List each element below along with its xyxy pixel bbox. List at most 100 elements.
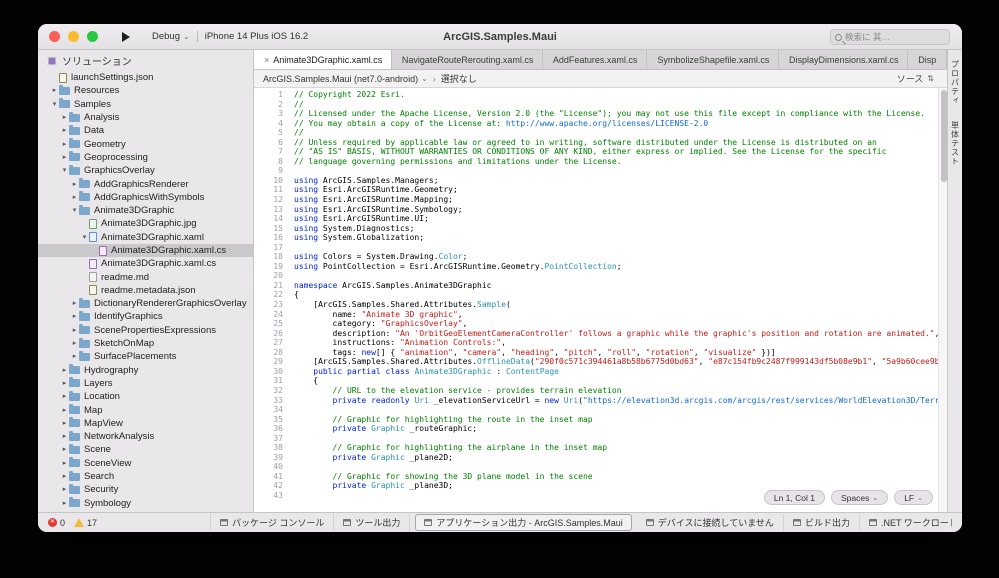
- panel-label: ツール出力: [355, 518, 401, 528]
- minimize-window-button[interactable]: [68, 31, 79, 42]
- chevron-right-icon[interactable]: ▸: [70, 191, 79, 204]
- editor-tab[interactable]: × Animate3DGraphic.xaml.cs: [254, 50, 392, 69]
- chevron-right-icon[interactable]: ▸: [60, 404, 69, 417]
- chevron-right-icon[interactable]: ▸: [70, 337, 79, 350]
- tree-item[interactable]: ▸ DictionaryRendererGraphicsOverlay: [38, 297, 253, 310]
- code-text: namespace ArcGIS.Samples.Animate3DGraphi…: [294, 280, 492, 290]
- search-box[interactable]: [830, 29, 950, 45]
- tree-item[interactable]: ▸ Geometry: [38, 137, 253, 150]
- tree-item[interactable]: readme.metadata.json: [38, 284, 253, 297]
- chevron-right-icon[interactable]: ▸: [60, 111, 69, 124]
- tree-item[interactable]: ▸ Scene: [38, 443, 253, 456]
- tree-item[interactable]: ▸ AddGraphicsRenderer: [38, 177, 253, 190]
- code-text: // Graphic for showing the 3D plane mode…: [294, 471, 593, 481]
- tree-item[interactable]: ▸ Map: [38, 403, 253, 416]
- tree-item[interactable]: Animate3DGraphic.xaml.cs: [38, 243, 253, 258]
- editor-scrollbar[interactable]: [938, 88, 947, 512]
- breadcrumb-project-selector[interactable]: ArcGIS.Samples.Maui (net7.0-android): [263, 74, 428, 84]
- tree-item[interactable]: ▸ AddGraphicsWithSymbols: [38, 191, 253, 204]
- tree-item[interactable]: ▸ ScenePropertiesExpressions: [38, 324, 253, 337]
- chevron-down-icon[interactable]: ▾: [60, 164, 69, 177]
- tree-item[interactable]: ▸ Resources: [38, 84, 253, 97]
- chevron-down-icon[interactable]: ▾: [80, 231, 89, 244]
- tree-item[interactable]: ▸ Search: [38, 470, 253, 483]
- close-window-button[interactable]: [49, 31, 60, 42]
- indentation-selector-chip[interactable]: Spaces: [830, 490, 889, 505]
- unit-tests-pad-tab[interactable]: 単体テスト: [950, 121, 961, 166]
- tree-item[interactable]: ▸ Layers: [38, 377, 253, 390]
- close-tab-icon[interactable]: ×: [264, 55, 269, 65]
- chevron-right-icon[interactable]: ▸: [60, 443, 69, 456]
- tree-item[interactable]: ▸ IdentifyGraphics: [38, 310, 253, 323]
- fullscreen-window-button[interactable]: [87, 31, 98, 42]
- build-config-dropdown[interactable]: Debug: [145, 31, 197, 42]
- tree-item[interactable]: ▾ GraphicsOverlay: [38, 164, 253, 177]
- line-ending-selector-chip[interactable]: LF: [894, 490, 933, 505]
- tree-item[interactable]: ▸ Location: [38, 390, 253, 403]
- breadcrumb-selection[interactable]: 選択なし: [441, 72, 477, 85]
- properties-pad-tab[interactable]: プロパティ: [950, 60, 961, 105]
- chevron-right-icon[interactable]: ▸: [60, 417, 69, 430]
- editor-tab[interactable]: AddFeatures.xaml.cs: [543, 50, 648, 69]
- tree-item[interactable]: ▸ Data: [38, 124, 253, 137]
- code-editor[interactable]: 1 // Copyright 2022 Esri. 2 // 3 // Licensed …: [254, 88, 947, 512]
- chevron-right-icon[interactable]: ▸: [60, 497, 69, 510]
- run-button[interactable]: [122, 31, 130, 42]
- tree-item[interactable]: readme.md: [38, 270, 253, 283]
- chevron-right-icon[interactable]: ▸: [60, 364, 69, 377]
- source-view-toggle[interactable]: ソース ⇅: [897, 72, 938, 85]
- chevron-right-icon[interactable]: ▸: [60, 377, 69, 390]
- chevron-down-icon[interactable]: ▾: [70, 204, 79, 217]
- editor-tab[interactable]: DisplayDimensions.xaml.cs: [779, 50, 909, 69]
- tree-item[interactable]: ▸ Hydrography: [38, 364, 253, 377]
- bottom-panel-button[interactable]: アプリケーション出力 - ArcGIS.Samples.Maui: [415, 514, 632, 531]
- tree-item[interactable]: Animate3DGraphic.xaml.cs: [38, 257, 253, 270]
- chevron-right-icon[interactable]: ▸: [60, 151, 69, 164]
- chevron-right-icon[interactable]: ▸: [60, 124, 69, 137]
- tree-item[interactable]: ▸ Symbology: [38, 497, 253, 510]
- bottom-panel-button[interactable]: パッケージ コンソール: [210, 514, 335, 531]
- tree-item[interactable]: ▸ Analysis: [38, 111, 253, 124]
- device-dropdown[interactable]: iPhone 14 Plus iOS 16.2: [198, 31, 316, 42]
- chevron-right-icon[interactable]: ▸: [70, 324, 79, 337]
- scrollbar-thumb[interactable]: [940, 90, 947, 182]
- tree-item[interactable]: ▸ MapView: [38, 417, 253, 430]
- chevron-right-icon[interactable]: ▸: [60, 470, 69, 483]
- warning-count[interactable]: 17: [74, 518, 97, 528]
- editor-tab[interactable]: Disp: [908, 50, 947, 69]
- chevron-right-icon[interactable]: ▸: [70, 350, 79, 363]
- chevron-right-icon[interactable]: ▸: [60, 457, 69, 470]
- tree-item[interactable]: ▾ Samples: [38, 98, 253, 111]
- tree-item[interactable]: ▸ SceneView: [38, 457, 253, 470]
- bottom-panel-button[interactable]: ツール出力: [334, 514, 411, 531]
- chevron-right-icon[interactable]: ▸: [70, 178, 79, 191]
- code-line: 20: [254, 271, 947, 281]
- chevron-right-icon[interactable]: ▸: [60, 483, 69, 496]
- chevron-right-icon[interactable]: ▸: [60, 138, 69, 151]
- editor-tab[interactable]: SymbolizeShapefile.xaml.cs: [647, 50, 780, 69]
- error-count[interactable]: 0: [48, 518, 65, 528]
- editor-tab[interactable]: NavigateRouteRerouting.xaml.cs: [392, 50, 543, 69]
- bottom-panel-button[interactable]: デバイスに接続していません: [637, 514, 784, 531]
- chevron-down-icon[interactable]: ▾: [50, 98, 59, 111]
- tree-item[interactable]: ▾ Animate3DGraphic: [38, 204, 253, 217]
- tree-item[interactable]: ▸ NetworkAnalysis: [38, 430, 253, 443]
- solution-pad-header[interactable]: ソリューション: [38, 50, 253, 71]
- chevron-right-icon[interactable]: ▸: [60, 430, 69, 443]
- tree-item[interactable]: ▸ SurfacePlacements: [38, 350, 253, 363]
- bottom-panel-button[interactable]: .NET ワークロード マネージャー: [860, 514, 952, 531]
- tree-item[interactable]: ▾ Animate3DGraphic.xaml: [38, 231, 253, 244]
- search-input[interactable]: [845, 32, 945, 42]
- folder-icon: [69, 404, 80, 415]
- chevron-right-icon[interactable]: ▸: [50, 84, 59, 97]
- chevron-right-icon[interactable]: ▸: [70, 310, 79, 323]
- bottom-panel-button[interactable]: ビルド出力: [784, 514, 860, 531]
- tree-item[interactable]: ▸ Security: [38, 483, 253, 496]
- cursor-position-chip[interactable]: Ln 1, Col 1: [763, 490, 825, 505]
- tree-item[interactable]: launchSettings.json: [38, 71, 253, 84]
- tree-item[interactable]: ▸ SketchOnMap: [38, 337, 253, 350]
- chevron-right-icon[interactable]: ▸: [60, 390, 69, 403]
- tree-item[interactable]: Animate3DGraphic.jpg: [38, 217, 253, 230]
- tree-item[interactable]: ▸ Geoprocessing: [38, 151, 253, 164]
- chevron-right-icon[interactable]: ▸: [70, 297, 79, 310]
